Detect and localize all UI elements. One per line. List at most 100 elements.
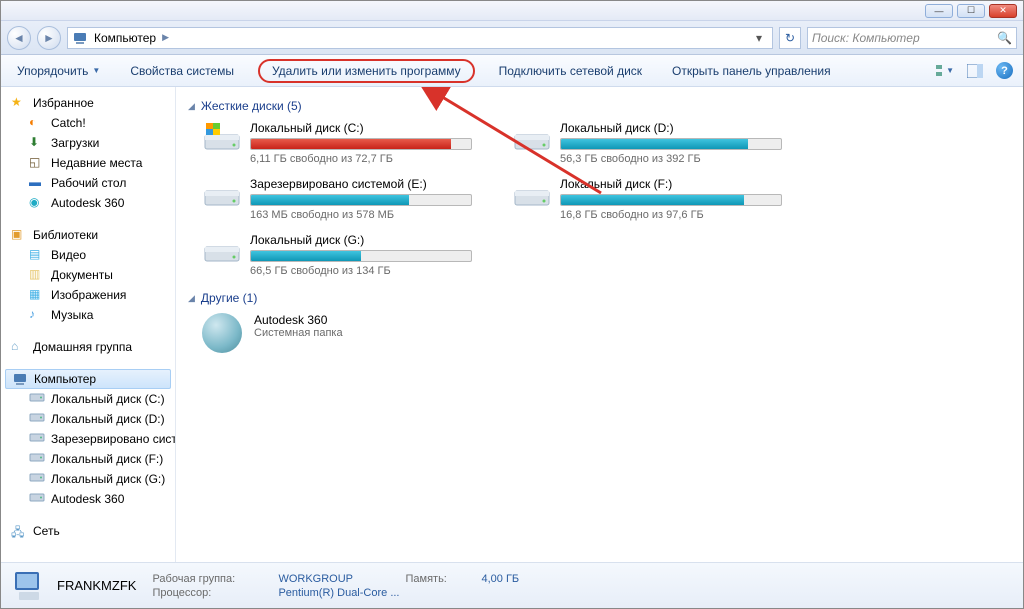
caret-down-icon: ▼	[92, 66, 100, 75]
computer-name: FRANKMZFK	[57, 578, 136, 593]
capacity-bar	[560, 194, 782, 206]
chevron-right-icon[interactable]: ▶	[162, 32, 169, 43]
other-item-autodesk[interactable]: Autodesk 360 Системная папка	[202, 313, 1011, 353]
computer-icon	[12, 371, 28, 387]
sidebar-drive-item[interactable]: Локальный диск (F:)	[1, 449, 175, 469]
drive-freespace: 163 МБ свободно из 578 МБ	[250, 209, 472, 221]
sidebar-item-documents[interactable]: ▥Документы	[1, 265, 175, 285]
drive-title: Зарезервировано системой (E:)	[250, 177, 472, 191]
drive-freespace: 16,8 ГБ свободно из 97,6 ГБ	[560, 209, 782, 221]
favorites-header[interactable]: ★ Избранное	[1, 93, 175, 113]
system-properties-button[interactable]: Свойства системы	[124, 61, 240, 81]
sidebar-drive-item[interactable]: Autodesk 360	[1, 489, 175, 509]
picture-icon: ▦	[29, 287, 45, 303]
music-icon: ♪	[29, 307, 45, 323]
content-area: ★ Избранное ◐Catch! ⬇Загрузки ◱Недавние …	[1, 87, 1023, 562]
sidebar-drive-item[interactable]: Локальный диск (G:)	[1, 469, 175, 489]
sidebar-item-autodesk[interactable]: ◉Autodesk 360	[1, 193, 175, 213]
memory-label: Память:	[406, 573, 476, 585]
preview-pane-button[interactable]	[966, 62, 984, 80]
back-button[interactable]: ◄	[7, 26, 31, 50]
homegroup-icon: ⌂	[11, 339, 27, 355]
search-placeholder: Поиск: Компьютер	[812, 31, 920, 45]
star-icon: ★	[11, 95, 27, 111]
address-bar[interactable]: Компьютер ▶ ▾	[67, 27, 773, 49]
computer-large-icon	[11, 568, 47, 604]
cpu-value: Pentium(R) Dual-Core ...	[278, 587, 399, 599]
capacity-bar	[560, 138, 782, 150]
sidebar-drive-item[interactable]: Локальный диск (D:)	[1, 409, 175, 429]
drive-title: Локальный диск (G:)	[250, 233, 472, 247]
navigation-bar: ◄ ► Компьютер ▶ ▾ ↻ Поиск: Компьютер 🔍	[1, 21, 1023, 55]
drive-freespace: 56,3 ГБ свободно из 392 ГБ	[560, 153, 782, 165]
maximize-button[interactable]: ☐	[957, 4, 985, 18]
download-icon: ⬇	[29, 135, 45, 151]
workgroup-value: WORKGROUP	[278, 573, 399, 585]
hdd-category[interactable]: ◢ Жесткие диски (5)	[188, 99, 1011, 113]
sidebar-item-recent[interactable]: ◱Недавние места	[1, 153, 175, 173]
drive-freespace: 66,5 ГБ свободно из 134 ГБ	[250, 265, 472, 277]
autodesk-icon: ◉	[29, 195, 45, 211]
forward-button[interactable]: ►	[37, 26, 61, 50]
drive-item[interactable]: Локальный диск (C:) 6,11 ГБ свободно из 7…	[202, 121, 472, 165]
drive-title: Локальный диск (F:)	[560, 177, 782, 191]
computer-icon	[72, 30, 88, 46]
titlebar: — ☐ ✕	[1, 1, 1023, 21]
workgroup-label: Рабочая группа:	[152, 573, 272, 585]
catch-icon: ◐	[29, 115, 45, 131]
map-network-drive-button[interactable]: Подключить сетевой диск	[493, 61, 648, 81]
uninstall-program-button[interactable]: Удалить или изменить программу	[258, 59, 475, 83]
details-pane: FRANKMZFK Рабочая группа: WORKGROUP Памя…	[1, 562, 1023, 608]
organize-button[interactable]: Упорядочить▼	[11, 61, 106, 81]
drive-icon	[512, 121, 552, 153]
collapse-icon[interactable]: ◢	[188, 101, 195, 112]
sidebar-drive-item[interactable]: Зарезервировано систе	[1, 429, 175, 449]
drive-icon	[29, 411, 45, 427]
homegroup-header[interactable]: ⌂ Домашняя группа	[1, 337, 175, 357]
video-icon: ▤	[29, 247, 45, 263]
memory-value: 4,00 ГБ	[482, 573, 520, 585]
capacity-bar	[250, 138, 472, 150]
collapse-icon[interactable]: ◢	[188, 293, 195, 304]
capacity-bar	[250, 194, 472, 206]
sidebar-drive-item[interactable]: Локальный диск (C:)	[1, 389, 175, 409]
cpu-label: Процессор:	[152, 587, 272, 599]
sidebar-item-pictures[interactable]: ▦Изображения	[1, 285, 175, 305]
drive-icon	[202, 177, 242, 209]
toolbar: Упорядочить▼ Свойства системы Удалить ил…	[1, 55, 1023, 87]
search-icon[interactable]: 🔍	[997, 31, 1012, 45]
drive-item[interactable]: Зарезервировано системой (E:) 163 МБ своб…	[202, 177, 472, 221]
other-category[interactable]: ◢ Другие (1)	[188, 291, 1011, 305]
drive-item[interactable]: Локальный диск (F:) 16,8 ГБ свободно из 9…	[512, 177, 782, 221]
view-options-button[interactable]: ▼	[936, 62, 954, 80]
drive-icon	[29, 471, 45, 487]
refresh-button[interactable]: ↻	[779, 27, 801, 49]
globe-icon	[202, 313, 242, 353]
search-box[interactable]: Поиск: Компьютер 🔍	[807, 27, 1017, 49]
address-dropdown[interactable]: ▾	[750, 31, 768, 45]
sidebar-item-music[interactable]: ♪Музыка	[1, 305, 175, 325]
computer-header[interactable]: Компьютер	[5, 369, 171, 389]
capacity-bar	[250, 250, 472, 262]
libraries-header[interactable]: ▣ Библиотеки	[1, 225, 175, 245]
drive-icon	[29, 491, 45, 507]
drive-icon	[29, 451, 45, 467]
drive-icon	[202, 233, 242, 265]
drive-freespace: 6,11 ГБ свободно из 72,7 ГБ	[250, 153, 472, 165]
sidebar-item-desktop[interactable]: ▬Рабочий стол	[1, 173, 175, 193]
drive-item[interactable]: Локальный диск (D:)56,3 ГБ свободно из 3…	[512, 121, 782, 165]
help-button[interactable]: ?	[996, 62, 1013, 79]
network-header[interactable]: 🖧 Сеть	[1, 521, 175, 541]
recent-icon: ◱	[29, 155, 45, 171]
drive-title: Локальный диск (C:)	[250, 121, 472, 135]
network-icon: 🖧	[11, 523, 27, 539]
sidebar-item-downloads[interactable]: ⬇Загрузки	[1, 133, 175, 153]
minimize-button[interactable]: —	[925, 4, 953, 18]
breadcrumb[interactable]: Компьютер	[94, 31, 156, 45]
open-control-panel-button[interactable]: Открыть панель управления	[666, 61, 837, 81]
drive-item[interactable]: Локальный диск (G:) 66,5 ГБ свободно из 1…	[202, 233, 472, 277]
sidebar-item-videos[interactable]: ▤Видео	[1, 245, 175, 265]
sidebar-item-catch[interactable]: ◐Catch!	[1, 113, 175, 133]
close-button[interactable]: ✕	[989, 4, 1017, 18]
drive-icon	[512, 177, 552, 209]
